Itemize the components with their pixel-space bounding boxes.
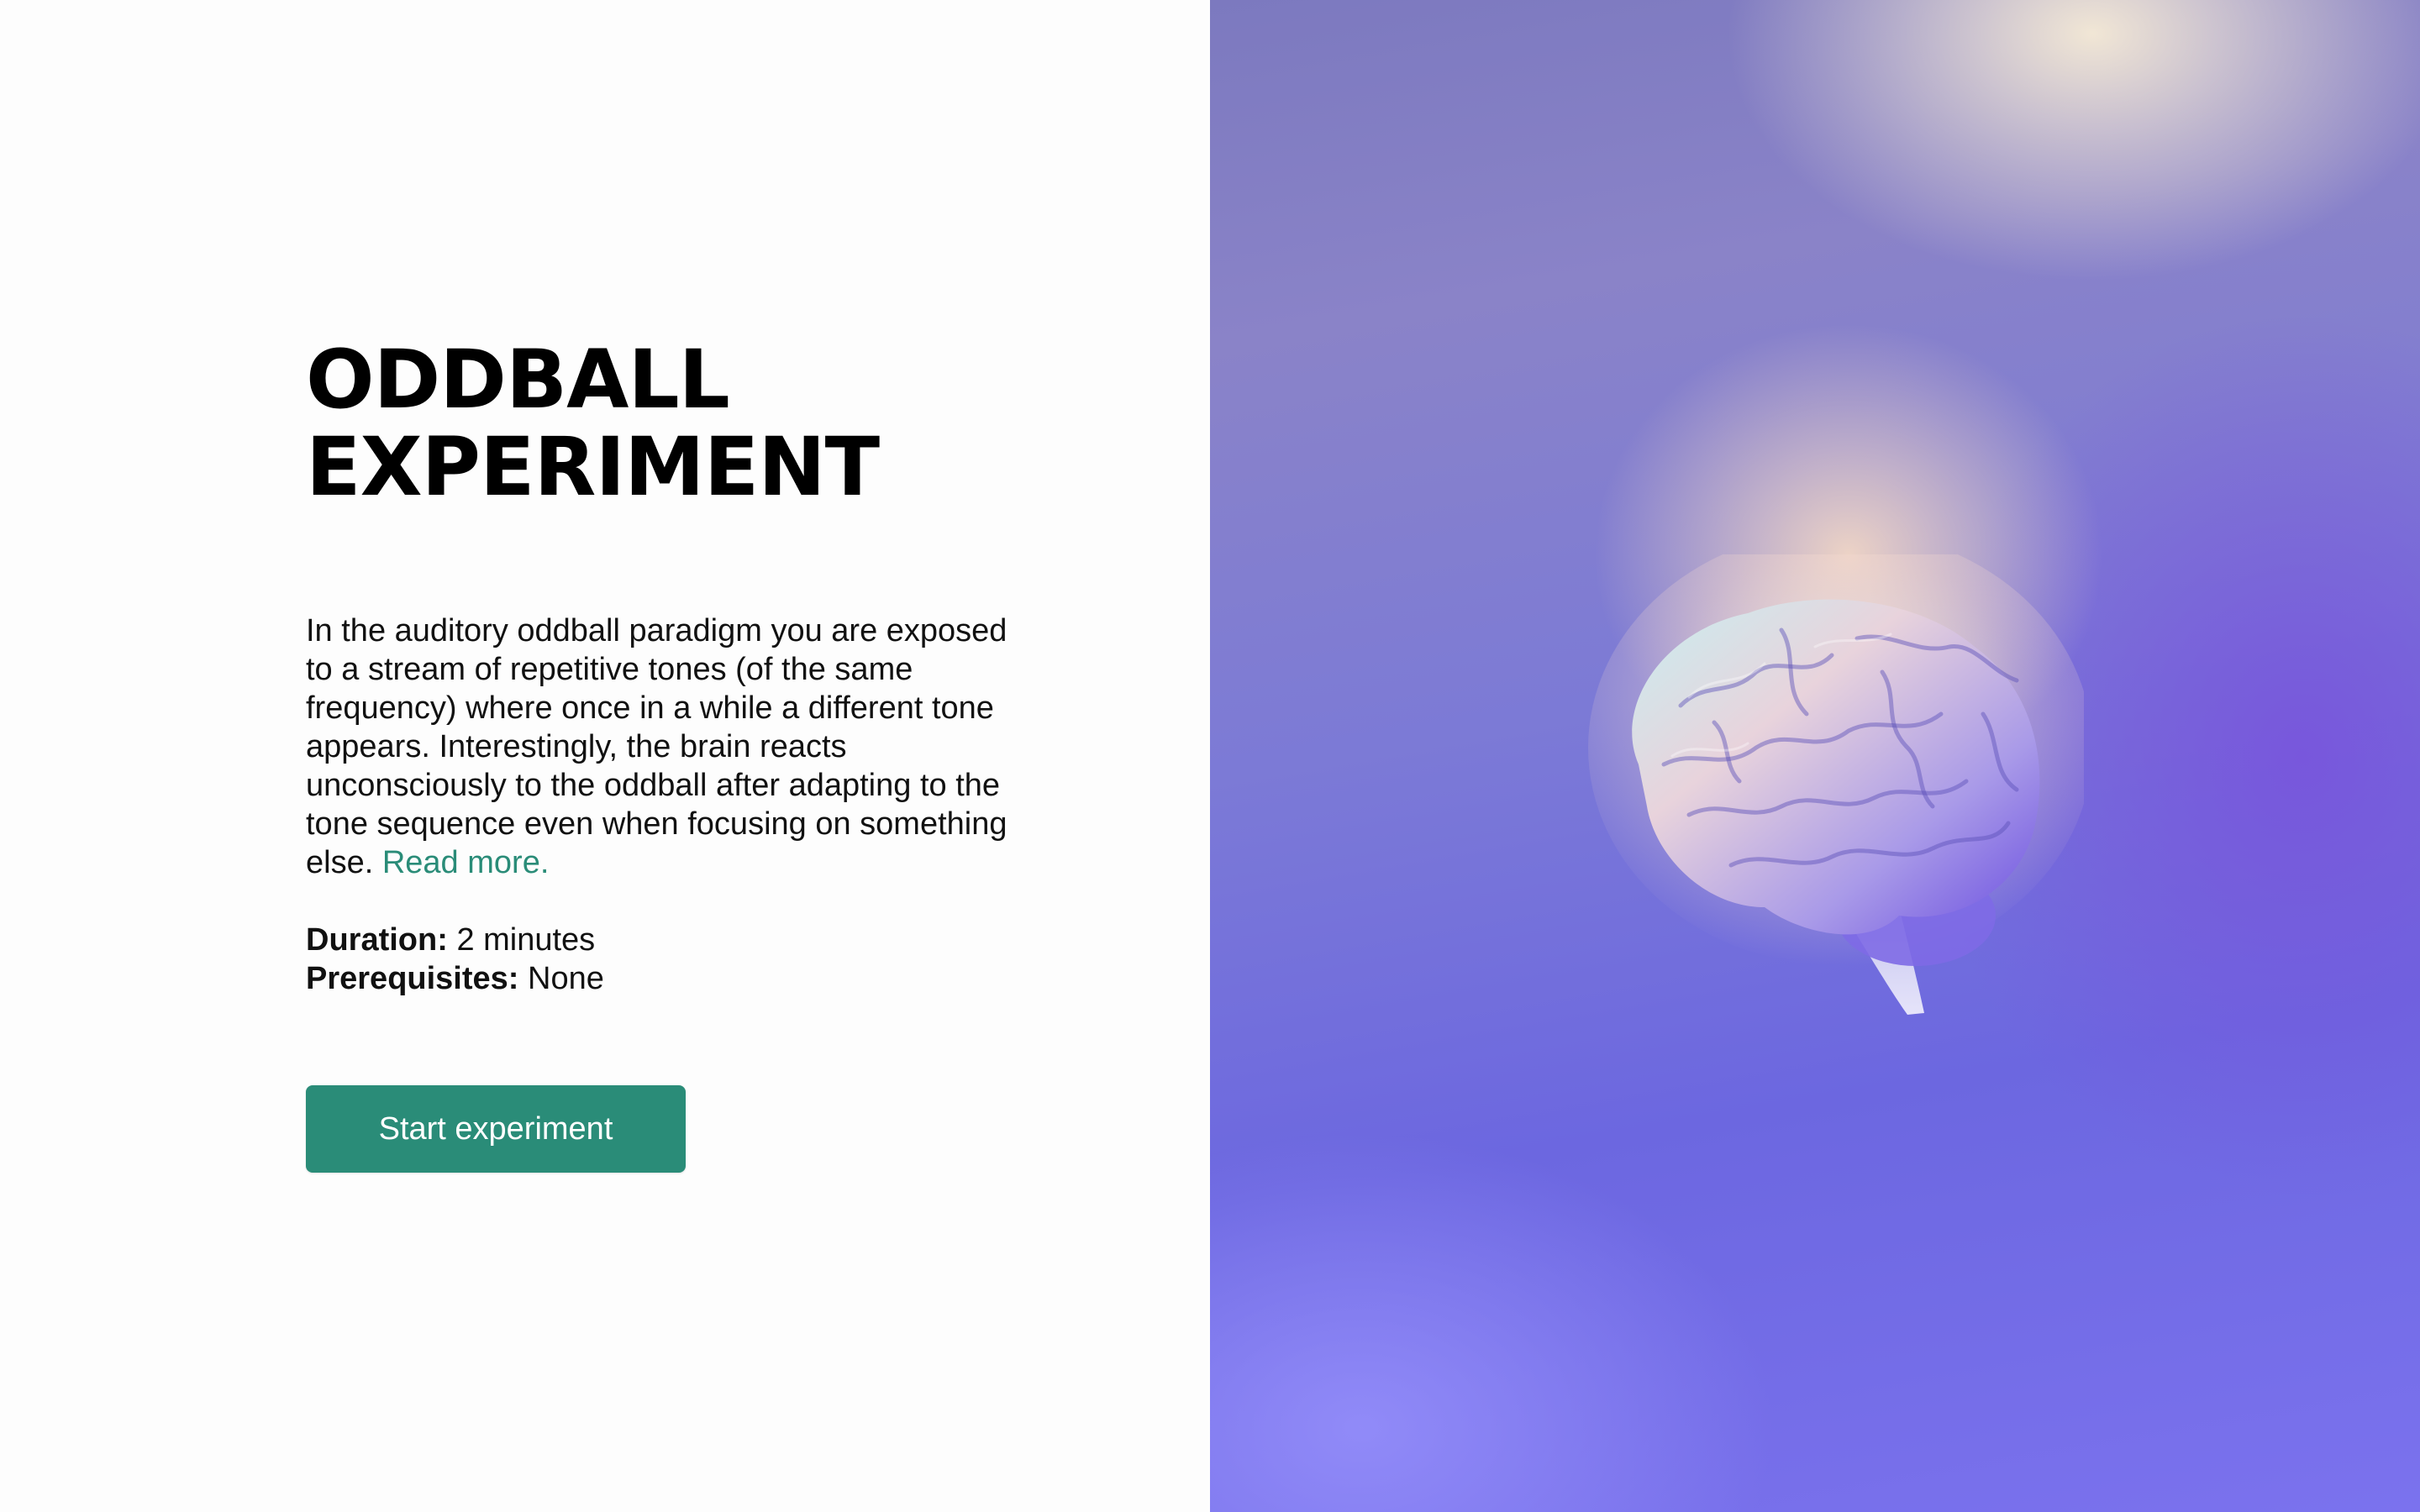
read-more-link[interactable]: Read more. [382, 845, 550, 880]
start-experiment-button[interactable]: Start experiment [306, 1085, 686, 1173]
prerequisites-value: None [528, 961, 604, 996]
left-panel: ODDBALL EXPERIMENT In the auditory oddba… [0, 0, 1210, 1512]
experiment-content: ODDBALL EXPERIMENT In the auditory oddba… [306, 336, 1045, 998]
duration-row: Duration: 2 minutes [306, 921, 1045, 959]
description-text: In the auditory oddball paradigm you are… [306, 613, 1007, 880]
duration-value: 2 minutes [456, 922, 596, 958]
title-line-1: ODDBALL [306, 333, 730, 427]
prerequisites-label: Prerequisites: [306, 961, 519, 996]
brain-icon [1588, 554, 2084, 1015]
duration-label: Duration: [306, 922, 448, 958]
title-line-2: EXPERIMENT [306, 420, 880, 514]
page: ODDBALL EXPERIMENT In the auditory oddba… [0, 0, 2420, 1512]
hero-image-panel [1210, 0, 2420, 1512]
experiment-meta: Duration: 2 minutes Prerequisites: None [306, 921, 1045, 998]
prerequisites-row: Prerequisites: None [306, 959, 1045, 998]
page-title: ODDBALL EXPERIMENT [306, 336, 1045, 511]
experiment-description: In the auditory oddball paradigm you are… [306, 612, 1028, 882]
